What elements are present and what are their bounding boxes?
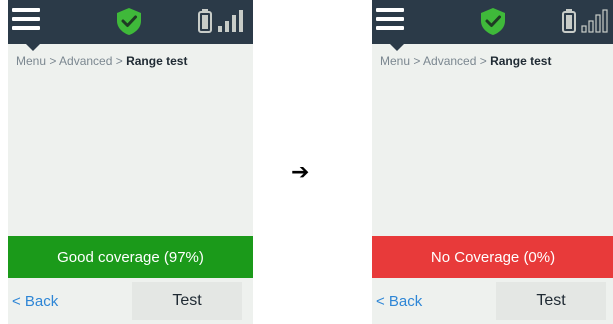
breadcrumb-current: Range test — [490, 54, 552, 68]
bottom-bar: < Back Test — [372, 278, 613, 324]
test-button[interactable]: Test — [496, 282, 606, 320]
breadcrumb: Menu > Advanced > Range test — [380, 54, 551, 68]
coverage-status-banner: Good coverage (97%) — [8, 236, 253, 278]
coverage-status-banner: No Coverage (0%) — [372, 236, 613, 278]
menu-icon[interactable] — [376, 8, 404, 36]
top-bar — [372, 0, 613, 44]
test-button[interactable]: Test — [132, 282, 242, 320]
back-link[interactable]: < Back — [12, 293, 58, 310]
breadcrumb-current: Range test — [126, 54, 188, 68]
menu-icon[interactable] — [12, 8, 40, 36]
battery-icon — [198, 9, 212, 33]
back-link[interactable]: < Back — [376, 293, 422, 310]
battery-icon — [562, 9, 576, 33]
transition-arrow-icon: ➔ — [291, 160, 310, 185]
breadcrumb: Menu > Advanced > Range test — [16, 54, 187, 68]
signal-strength-icon — [218, 10, 243, 32]
breadcrumb-path: Menu > Advanced > — [16, 54, 127, 68]
bottom-bar: < Back Test — [8, 278, 253, 324]
shield-check-icon — [117, 8, 141, 35]
device-screen-none: Menu > Advanced > Range test No Coverage… — [372, 0, 613, 324]
menu-pointer — [390, 44, 404, 51]
menu-pointer — [26, 44, 40, 51]
device-screen-good: Menu > Advanced > Range test Good covera… — [8, 0, 253, 324]
signal-strength-icon — [581, 9, 608, 33]
shield-check-icon — [481, 8, 505, 35]
breadcrumb-path: Menu > Advanced > — [380, 54, 491, 68]
top-bar — [8, 0, 253, 44]
